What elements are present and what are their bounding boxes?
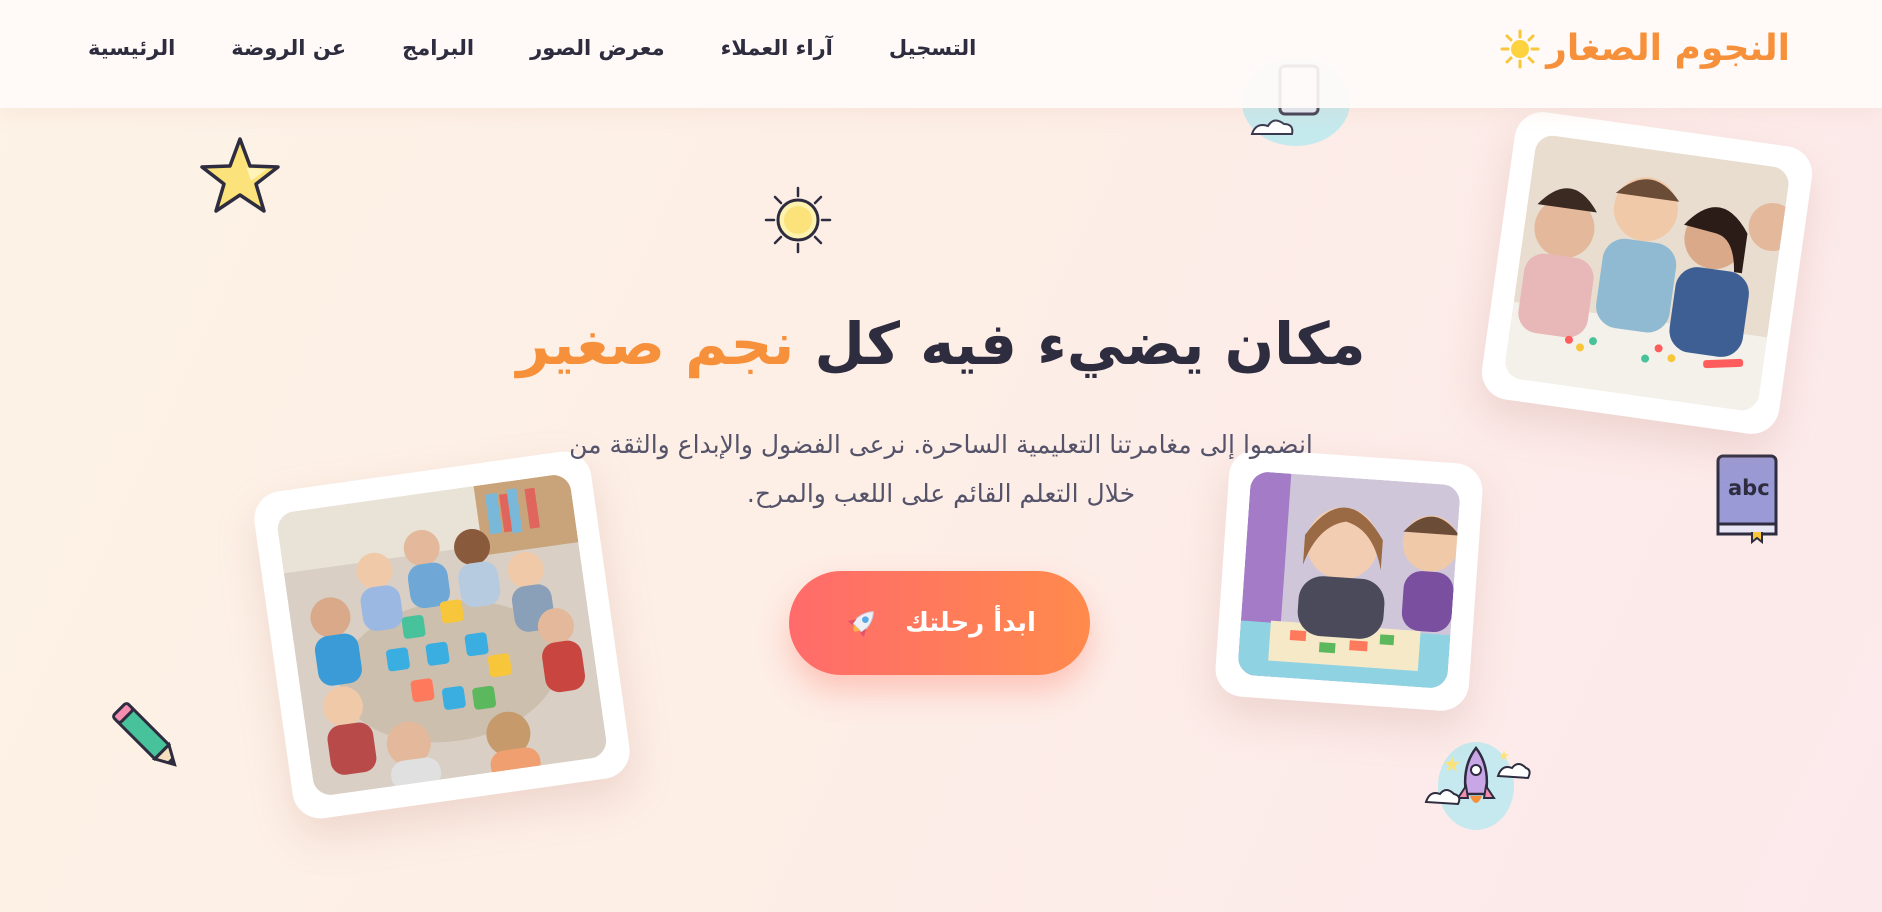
nav-link-gallery[interactable]: معرض الصور [530,36,665,60]
rocket-icon [847,611,875,638]
top-navbar: النجوم الصغار الرئيسية عن الروضة البرامج… [0,0,1882,108]
hero-subtitle-line2: خلال التعلم القائم على اللعب والمرح. [746,479,1136,508]
nav-link-programs[interactable]: البرامج [402,36,474,60]
sun-doodle-icon [764,186,832,254]
kids-crafting-photo [1478,108,1816,438]
nav-link-about[interactable]: عن الروضة [231,36,346,60]
nav-link-register[interactable]: التسجيل [889,36,976,60]
main-menu: الرئيسية عن الروضة البرامج معرض الصور آر… [88,36,976,60]
rocket-doodle-icon [1424,742,1531,830]
star-doodle-icon [200,137,280,213]
start-journey-button[interactable]: ابدأ رحلتك [789,571,1090,675]
brand-name: النجوم الصغار [1546,28,1790,69]
pencil-doodle-icon [112,702,177,767]
hero-subtitle: انضموا إلى مغامرتنا التعليمية الساحرة. ن… [521,420,1361,518]
hero-subtitle-line1: انضموا إلى مغامرتنا التعليمية الساحرة. ن… [569,430,1313,459]
book-label: abc [1728,476,1770,500]
nav-link-testimonials[interactable]: آراء العملاء [721,36,833,60]
hero-title-main: مكان يضيء فيه كل [814,310,1366,378]
sun-icon [1500,29,1540,68]
cta-label: ابدأ رحلتك [905,608,1036,638]
nav-link-home[interactable]: الرئيسية [88,36,175,60]
abc-book-icon: abc [1712,452,1782,544]
hero-title-accent: نجم صغير [516,310,795,378]
hero-title: مكان يضيء فيه كل نجم صغير [0,310,1882,378]
brand-logo[interactable]: النجوم الصغار [1500,28,1790,69]
